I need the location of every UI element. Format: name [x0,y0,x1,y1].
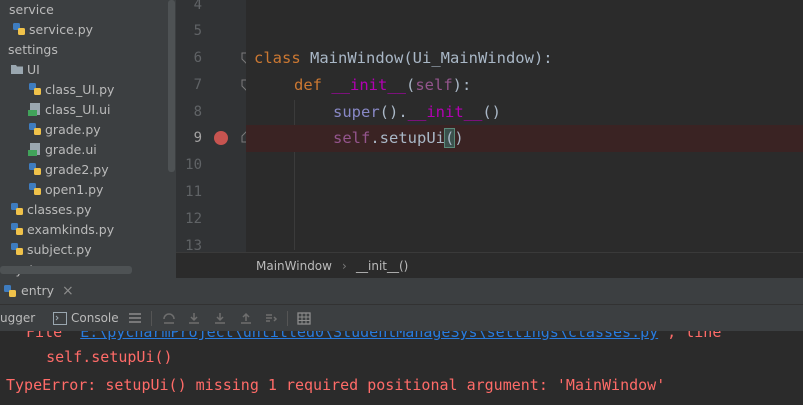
line-number: 8 [193,104,202,120]
line-number: 4 [193,0,202,13]
qt-ui-file-icon [28,143,40,156]
python-file-icon [29,163,41,175]
tree-item-grade2-py[interactable]: grade2.py [28,160,109,180]
python-file-icon [29,123,41,135]
tree-item-settings[interactable]: settings [0,40,58,60]
run-toolbar: ugger Console [0,304,803,332]
console-line-file: File "E:\pycharmProject\untitled0\Studen… [26,331,721,341]
tree-item-classes-py[interactable]: classes.py [10,200,92,220]
tree-item-examkinds-py[interactable]: examkinds.py [10,220,114,240]
line-number-current: 9 [193,130,202,146]
python-file-icon [11,203,23,215]
python-file-icon [11,223,23,235]
console-tab[interactable]: Console [51,309,119,328]
code-line-9: self.setupUi() [333,128,464,148]
code-line-8: super().__init__() [333,103,501,121]
console-file-link[interactable]: E:\pycharmProject\untitled0\StudentManag… [80,331,658,341]
menu-lines-icon[interactable] [128,312,142,325]
tree-item-service[interactable]: service [9,0,54,20]
tree-item-subject-py[interactable]: subject.py [10,240,92,260]
step-over-icon[interactable] [162,312,176,325]
step-into-my-code-icon[interactable] [213,312,227,325]
tree-item-service-py[interactable]: service.py [12,20,93,40]
debugger-tab[interactable]: ugger [0,305,35,332]
tree-item-ui-folder[interactable]: UI [10,60,40,80]
breadcrumb: MainWindow › __init__() [176,252,803,279]
horizontal-scrollbar[interactable] [0,266,132,274]
indent-guide [294,100,295,250]
line-number: 7 [193,77,202,93]
tree-item-class-ui-py[interactable]: class_UI.py [28,80,114,100]
breadcrumb-separator: › [342,259,347,273]
breakpoint-icon[interactable] [214,131,228,145]
line-number: 12 [185,211,202,227]
breadcrumb-method[interactable]: __init__() [356,253,408,279]
evaluate-expression-icon[interactable] [297,312,311,325]
step-out-icon[interactable] [239,312,253,325]
code-line-6: class MainWindow(Ui_MainWindow): [254,49,553,67]
console-line-error: TypeError: setupUi() missing 1 required … [6,376,666,394]
vertical-scrollbar[interactable] [168,0,175,172]
line-number: 5 [193,23,202,39]
toolbar-divider [151,311,152,326]
tree-item-grade-ui[interactable]: grade.ui [28,140,97,160]
console-line-code: self.setupUi() [10,348,173,366]
folder-icon [11,65,23,74]
toolbar-divider [287,311,288,326]
python-file-icon [13,23,25,35]
project-tree: service service.py settings UI class_UI.… [0,0,176,278]
tree-item-open1-py[interactable]: open1.py [28,180,103,200]
close-icon[interactable]: × [62,278,74,304]
qt-ui-file-icon [28,103,40,116]
line-number: 11 [185,184,202,200]
python-file-icon [11,243,23,255]
line-number: 10 [185,157,202,173]
code-line-7: def __init__(self): [294,76,472,94]
run-tab-label[interactable]: entry [21,278,54,304]
tree-item-grade-py[interactable]: grade.py [28,120,101,140]
python-file-icon [29,83,41,95]
run-tool-window-header: entry × [0,278,803,304]
tree-item-class-ui-ui[interactable]: class_UI.ui [28,100,111,120]
console-output[interactable]: File "E:\pycharmProject\untitled0\Studen… [0,331,803,405]
chevron-down-icon [0,46,8,54]
breakpoint-line-highlight [246,125,803,152]
run-to-cursor-icon[interactable] [264,312,278,325]
step-into-icon[interactable] [187,312,201,325]
console-icon [53,312,67,325]
breadcrumb-class[interactable]: MainWindow [256,253,332,279]
line-number: 6 [193,50,202,66]
python-file-icon [29,183,41,195]
python-run-icon [4,285,16,297]
